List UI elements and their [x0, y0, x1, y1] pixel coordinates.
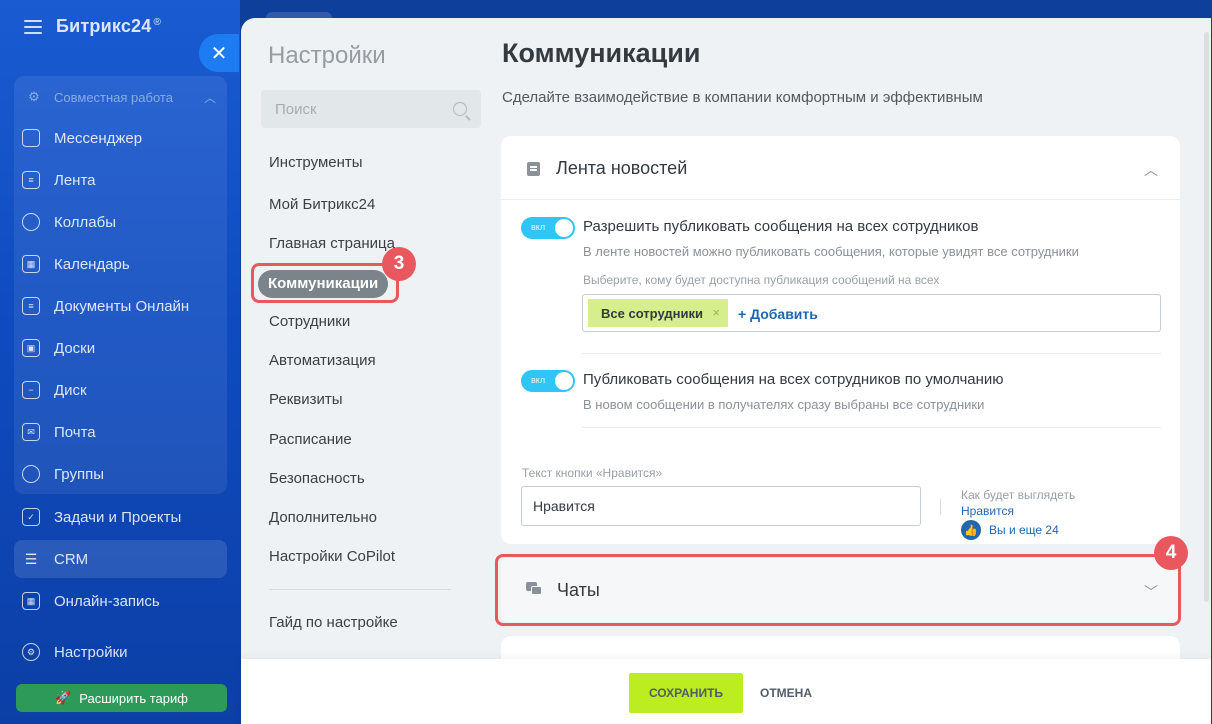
menu-item-employees[interactable]: Сотрудники	[269, 311, 350, 333]
divider	[582, 427, 1161, 428]
nav-item-tasks[interactable]: ✓ Задачи и Проекты	[22, 502, 222, 532]
nav-item-groups[interactable]: Группы	[22, 459, 222, 489]
groups-icon	[22, 465, 40, 483]
nav-item-disk[interactable]: − Диск	[22, 375, 222, 405]
recipient-chip-label: Все сотрудники	[601, 305, 703, 321]
collab-work-icon: ⚙	[28, 89, 40, 104]
vertical-divider	[940, 499, 941, 515]
add-recipient-link[interactable]: + Добавить	[738, 306, 818, 322]
menu-item-additional[interactable]: Дополнительно	[269, 507, 377, 529]
rocket-icon: 🚀	[55, 690, 72, 705]
crm-icon: ☰	[24, 550, 38, 567]
divider	[582, 353, 1161, 354]
recipients-selector[interactable]: Все сотрудники × + Добавить	[582, 294, 1161, 332]
recipients-field-label: Выберите, кому будет доступна публикация…	[583, 273, 940, 287]
calendar-icon: ▦	[22, 255, 40, 273]
callout-frame-step-3	[251, 263, 399, 303]
collab-icon	[22, 213, 40, 231]
toggle-knob	[555, 219, 573, 237]
toggle-knob	[555, 372, 573, 390]
brand: Битрикс24 ®	[24, 16, 161, 37]
menu-item-requisites[interactable]: Реквизиты	[269, 389, 343, 411]
allow-all-toggle[interactable]: вкл	[521, 217, 575, 239]
search-placeholder: Поиск	[275, 100, 317, 118]
app-sidebar: Битрикс24 ® ⚙ Совместная работа ︿ Мессенд…	[0, 0, 240, 724]
feed-section-header[interactable]: Лента новостей ︿	[501, 136, 1180, 200]
preview-like-link: Нравится	[961, 504, 1014, 518]
menu-item-security[interactable]: Безопасность	[269, 468, 365, 490]
chat-icon	[22, 129, 40, 147]
menu-item-schedule[interactable]: Расписание	[269, 429, 352, 451]
nav-item-feed[interactable]: ≡ Лента	[22, 165, 222, 195]
nav-item-messenger[interactable]: Мессенджер	[22, 123, 222, 153]
default-all-description: В новом сообщении в получателях сразу вы…	[583, 397, 985, 412]
feed-settings-card: Лента новостей ︿ вкл Разрешить публикова…	[501, 136, 1180, 544]
page-subtitle: Сделайте взаимодействие в компании комфо…	[502, 89, 983, 106]
menu-item-my-bitrix[interactable]: Мой Битрикс24	[269, 194, 375, 216]
thumbs-up-icon: 👍	[961, 520, 981, 540]
settings-panel: Настройки Поиск Инструменты Мой Битрикс2…	[241, 18, 1211, 724]
nav-item-boards[interactable]: ▣ Доски	[22, 333, 222, 363]
cancel-button[interactable]: ОТМЕНА	[753, 673, 819, 713]
step-badge-3: 3	[382, 247, 416, 281]
menu-item-tools[interactable]: Инструменты	[269, 152, 363, 174]
nav-item-documents[interactable]: ≡ Документы Онлайн	[22, 291, 222, 321]
document-icon: ≡	[22, 297, 40, 315]
menu-icon[interactable]	[24, 19, 42, 34]
toggle-label: вкл	[531, 375, 546, 385]
nav-item-collabs[interactable]: Коллабы	[22, 207, 222, 237]
news-feed-icon	[527, 162, 540, 176]
upgrade-button[interactable]: 🚀 Расширить тариф	[16, 684, 227, 712]
step-badge-4: 4	[1154, 536, 1188, 570]
close-icon: ✕	[210, 42, 228, 65]
footer-bar: СОХРАНИТЬ ОТМЕНА	[241, 659, 1211, 724]
scrollbar[interactable]	[1204, 32, 1209, 602]
nav-group-label: Совместная работа	[54, 89, 173, 105]
mail-icon: ✉	[22, 423, 40, 441]
allow-all-title: Разрешить публиковать сообщения на всех …	[583, 218, 979, 235]
chevron-up-icon[interactable]: ︿	[1144, 160, 1158, 180]
gear-icon: ⚙	[22, 643, 40, 661]
like-text-label: Текст кнопки «Нравится»	[522, 466, 663, 480]
settings-title: Настройки	[268, 42, 386, 69]
brand-logo[interactable]: Битрикс24	[56, 16, 151, 36]
callout-frame-step-4	[495, 554, 1181, 626]
disk-icon: −	[22, 381, 40, 399]
nav-item-settings[interactable]: ⚙ Настройки	[22, 637, 222, 667]
preview-like-count: Вы и еще 24	[989, 523, 1059, 537]
menu-item-copilot[interactable]: Настройки CoPilot	[269, 546, 395, 568]
like-text-input[interactable]	[521, 486, 921, 526]
board-icon: ▣	[22, 339, 40, 357]
default-all-title: Публиковать сообщения на всех сотруднико…	[583, 371, 1004, 388]
feed-section-title: Лента новостей	[556, 158, 688, 178]
menu-divider	[269, 589, 451, 590]
booking-icon: ▦	[22, 592, 40, 610]
menu-item-main-page[interactable]: Главная страница	[269, 233, 395, 255]
recipient-chip: Все сотрудники ×	[588, 299, 728, 327]
close-panel-button[interactable]: ✕	[199, 34, 239, 72]
tasks-icon: ✓	[22, 508, 40, 526]
search-icon[interactable]	[453, 102, 467, 116]
nav-item-calendar[interactable]: ▦ Календарь	[22, 249, 222, 279]
nav-group-header[interactable]: ⚙ Совместная работа ︿	[26, 86, 216, 108]
remove-chip-icon[interactable]: ×	[712, 305, 720, 320]
allow-all-description: В ленте новостей можно публиковать сообщ…	[583, 244, 1079, 259]
chevron-up-icon: ︿	[203, 90, 216, 105]
nav-item-crm[interactable]: ☰ CRM	[14, 540, 227, 578]
registered-mark: ®	[153, 17, 162, 28]
nav-item-mail[interactable]: ✉ Почта	[22, 417, 222, 447]
page-title: Коммуникации	[502, 38, 701, 68]
feed-icon: ≡	[22, 171, 40, 189]
preview-label: Как будет выглядеть	[961, 488, 1076, 502]
save-button[interactable]: СОХРАНИТЬ	[629, 673, 743, 713]
settings-search-input[interactable]: Поиск	[261, 90, 481, 128]
menu-item-automation[interactable]: Автоматизация	[269, 350, 376, 372]
toggle-label: вкл	[531, 222, 546, 232]
nav-item-booking[interactable]: ▦ Онлайн-запись	[22, 586, 222, 616]
menu-item-guide[interactable]: Гайд по настройке	[269, 612, 398, 634]
default-all-toggle[interactable]: вкл	[521, 370, 575, 392]
